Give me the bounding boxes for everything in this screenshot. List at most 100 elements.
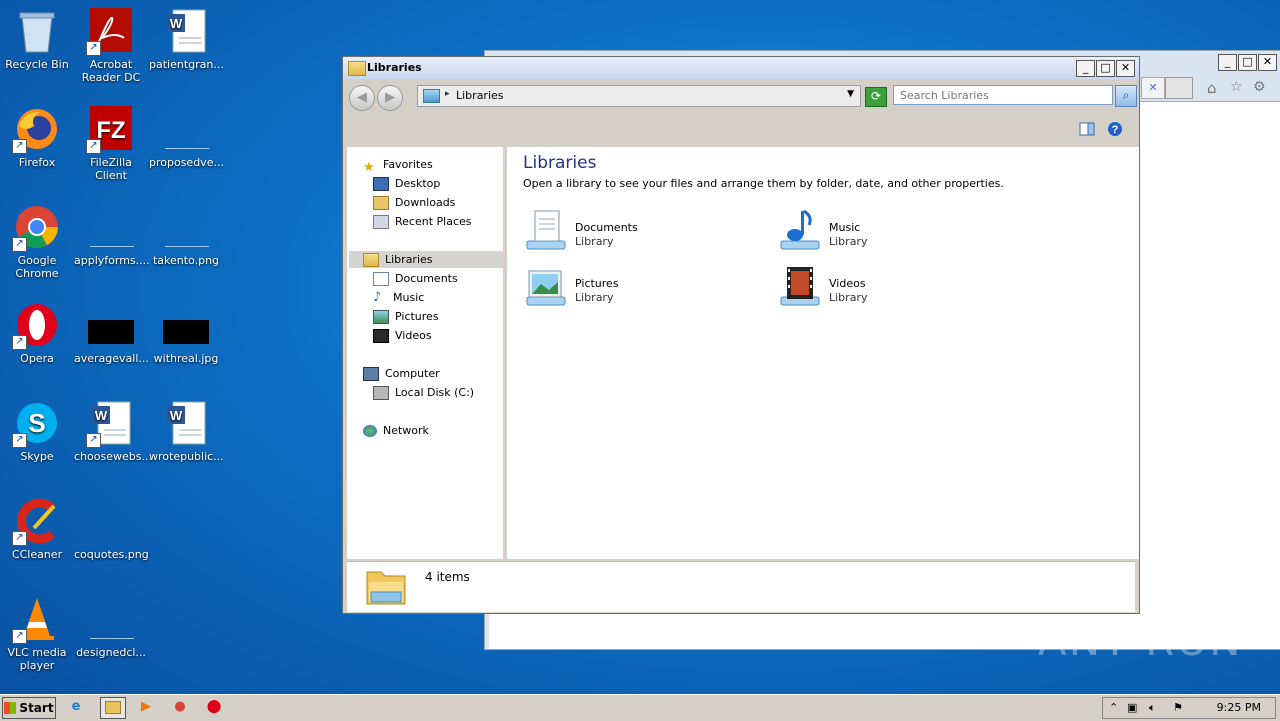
- background-window-caption-buttons: _ □ ✕: [1218, 54, 1277, 71]
- desktop-icon-skype[interactable]: S ↗ Skype: [0, 400, 74, 463]
- desktop-icon-chrome[interactable]: ↗ Google Chrome: [0, 204, 74, 280]
- tab-close-icon[interactable]: ✕: [1141, 77, 1165, 99]
- favorites-star-icon[interactable]: ☆: [1230, 79, 1243, 95]
- window-titlebar[interactable]: Libraries _ □ ✕: [343, 57, 1139, 80]
- anyrun-watermark: ANY RUN: [1038, 616, 1243, 665]
- close-icon[interactable]: ✕: [1258, 54, 1277, 71]
- taskbar-media-player-icon[interactable]: ▶: [134, 697, 158, 717]
- image-file-icon: [163, 204, 209, 250]
- nav-network[interactable]: Network: [363, 422, 429, 439]
- address-bar[interactable]: ▸ Libraries ▼: [417, 85, 861, 107]
- desktop-icon-firefox[interactable]: ↗ Firefox: [0, 106, 74, 169]
- search-input[interactable]: [893, 85, 1113, 105]
- svg-text:W: W: [170, 16, 183, 31]
- nav-pictures[interactable]: Pictures: [373, 308, 439, 325]
- gear-icon[interactable]: ⚙: [1253, 79, 1266, 95]
- breadcrumb-chevron-icon[interactable]: ▸: [445, 89, 450, 99]
- start-button[interactable]: Start: [2, 697, 56, 719]
- refresh-button[interactable]: ⟳: [865, 87, 887, 107]
- nav-videos[interactable]: Videos: [373, 327, 432, 344]
- word-document-icon: W: [163, 8, 209, 54]
- desktop-icon-ccleaner[interactable]: ↗ CCleaner: [0, 498, 74, 561]
- desktop-icon-wrotepublic[interactable]: W wrotepublic...: [149, 400, 224, 463]
- word-document-icon: W: [163, 400, 209, 446]
- svg-text:W: W: [95, 408, 108, 423]
- help-icon[interactable]: ?: [1107, 121, 1123, 137]
- star-icon: ★: [363, 160, 375, 175]
- library-documents[interactable]: Documents Library: [523, 209, 763, 255]
- desktop-icon: [373, 177, 389, 191]
- network-tray-icon[interactable]: ▣: [1127, 701, 1137, 714]
- image-file-icon: [88, 302, 134, 348]
- show-hidden-icons-icon[interactable]: ⌃: [1109, 701, 1118, 714]
- maximize-button[interactable]: □: [1096, 60, 1115, 77]
- shortcut-arrow-icon: ↗: [86, 139, 101, 154]
- nav-music[interactable]: ♪ Music: [373, 289, 424, 306]
- nav-computer[interactable]: Computer: [363, 365, 440, 382]
- minimize-button[interactable]: _: [1076, 60, 1095, 77]
- nav-local-disk[interactable]: Local Disk (C:): [373, 384, 474, 401]
- library-music[interactable]: Music Library: [777, 209, 1017, 255]
- network-icon: [363, 425, 377, 437]
- maximize-icon[interactable]: □: [1238, 54, 1257, 71]
- minimize-icon[interactable]: _: [1218, 54, 1237, 71]
- taskbar-chrome-icon[interactable]: ●: [168, 697, 192, 717]
- taskbar-opera-icon[interactable]: ⬤: [202, 697, 226, 717]
- desktop-icon-choosewebs[interactable]: W ↗ choosewebs...: [74, 400, 152, 463]
- opera-icon: ↗: [12, 302, 60, 350]
- desktop-icon-acrobat[interactable]: ↗ Acrobat Reader DC: [74, 8, 148, 84]
- desktop-icon-coquotes[interactable]: coquotes.png: [74, 498, 149, 561]
- nav-libraries[interactable]: Libraries: [349, 251, 503, 268]
- desktop-icon-vlc[interactable]: ↗ VLC media player: [0, 596, 74, 672]
- desktop-icon-withreal[interactable]: withreal.jpg: [149, 302, 223, 365]
- desktop-icon-proposedve[interactable]: proposedve...: [149, 106, 224, 169]
- recycle-bin-icon: [14, 8, 60, 54]
- desktop-icon-opera[interactable]: ↗ Opera: [0, 302, 74, 365]
- desktop-icon-patientgran[interactable]: W patientgran...: [149, 8, 224, 71]
- nav-favorites[interactable]: ★ Favorites: [363, 156, 433, 175]
- image-file-icon: [88, 498, 134, 544]
- svg-text:?: ?: [1112, 124, 1119, 136]
- desktop-icon-recycle-bin[interactable]: Recycle Bin: [0, 8, 74, 71]
- explorer-window: Libraries _ □ ✕ ◀ ▶ ▸ Libraries ▼ ⟳ ⌕ ? …: [342, 56, 1140, 614]
- close-button[interactable]: ✕: [1116, 60, 1135, 77]
- nav-downloads[interactable]: Downloads: [373, 194, 455, 211]
- shortcut-arrow-icon: ↗: [12, 433, 27, 448]
- taskbar-explorer-icon[interactable]: [100, 697, 126, 719]
- shortcut-arrow-icon: ↗: [86, 41, 101, 56]
- shortcut-arrow-icon: ↗: [12, 139, 27, 154]
- volume-icon[interactable]: 🔈︎: [1149, 701, 1156, 715]
- taskbar: Start e ▶ ● ⬤ ⌃ ▣ 🔈︎ ⚑ 9:25 PM: [0, 694, 1280, 721]
- address-dropdown-icon[interactable]: ▼: [847, 89, 854, 99]
- clock[interactable]: 9:25 PM: [1217, 701, 1261, 714]
- desktop-icon-takento[interactable]: takento.png: [149, 204, 223, 267]
- library-videos[interactable]: Videos Library: [777, 265, 1017, 311]
- desktop-icon-averagevall[interactable]: averagevall...: [74, 302, 149, 365]
- svg-text:S: S: [28, 408, 45, 438]
- nav-documents[interactable]: Documents: [373, 270, 458, 287]
- home-icon[interactable]: ⌂: [1207, 79, 1217, 97]
- filezilla-icon: FZ ↗: [86, 106, 134, 154]
- desktop-icon-applyforms[interactable]: applyforms....: [74, 204, 150, 267]
- nav-recent-places[interactable]: Recent Places: [373, 213, 472, 230]
- libraries-folder-icon: [365, 566, 407, 606]
- acrobat-icon: ↗: [86, 8, 134, 56]
- pictures-library-icon: [523, 265, 567, 309]
- search-icon[interactable]: ⌕: [1115, 85, 1137, 107]
- item-count: 4 items: [425, 570, 470, 584]
- taskbar-ie-icon[interactable]: e: [64, 697, 88, 717]
- breadcrumb-libraries[interactable]: Libraries: [456, 89, 504, 102]
- music-library-icon: [777, 209, 821, 253]
- desktop-icon-filezilla[interactable]: FZ ↗ FileZilla Client: [74, 106, 148, 182]
- forward-button[interactable]: ▶: [377, 85, 403, 111]
- back-button[interactable]: ◀: [349, 85, 375, 111]
- library-pictures[interactable]: Pictures Library: [523, 265, 763, 311]
- libraries-icon: [363, 253, 379, 267]
- page-title: Libraries: [523, 153, 597, 173]
- desktop-icon-designedcl[interactable]: designedcl...: [74, 596, 148, 659]
- new-tab-button[interactable]: [1165, 77, 1193, 99]
- preview-pane-icon[interactable]: [1079, 121, 1095, 137]
- action-center-flag-icon[interactable]: ⚑: [1173, 701, 1183, 714]
- nav-desktop[interactable]: Desktop: [373, 175, 440, 192]
- navigation-pane: ★ Favorites Desktop Downloads Recent Plac…: [347, 147, 503, 559]
